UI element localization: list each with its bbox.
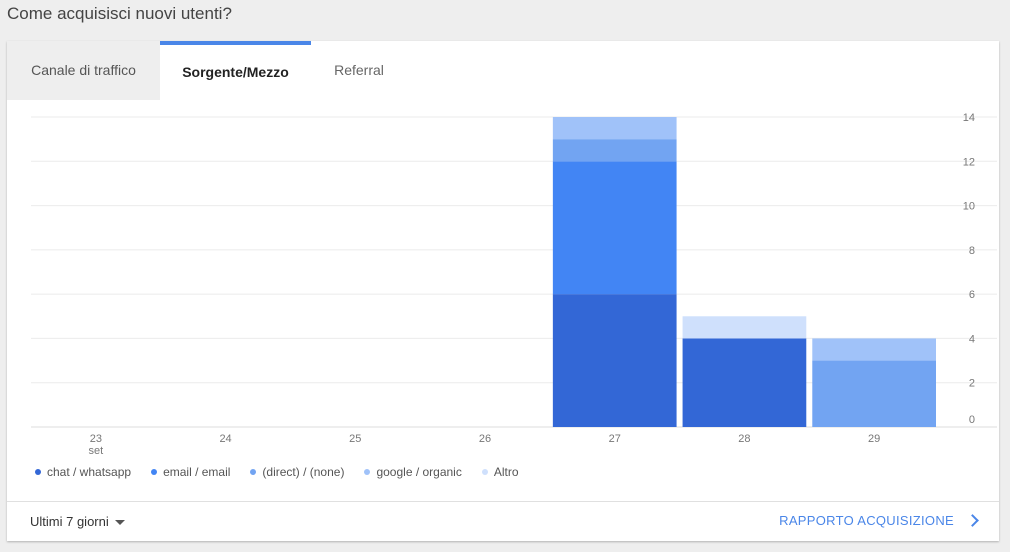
x-tick-label: 28 bbox=[738, 433, 750, 445]
date-range-label: Ultimi 7 giorni bbox=[30, 514, 109, 529]
bar-segment bbox=[682, 338, 807, 427]
bar-segment bbox=[552, 117, 677, 140]
legend-item: (direct) / (none) bbox=[250, 465, 344, 479]
y-tick-label: 12 bbox=[963, 156, 975, 168]
legend-label: google / organic bbox=[376, 465, 462, 479]
acquisition-report-link[interactable]: RAPPORTO ACQUISIZIONE bbox=[779, 513, 979, 528]
tab-referral[interactable]: Referral bbox=[311, 41, 407, 100]
card-footer: Ultimi 7 giorni RAPPORTO ACQUISIZIONE bbox=[7, 501, 999, 542]
legend-dot-icon bbox=[364, 468, 371, 475]
legend-label: Altro bbox=[493, 465, 519, 479]
y-tick-label: 8 bbox=[969, 245, 975, 257]
tab-source-medium[interactable]: Sorgente/Mezzo bbox=[160, 41, 311, 100]
bar-segment bbox=[812, 360, 936, 427]
x-tick-label: 27 bbox=[609, 433, 621, 445]
y-tick-label: 6 bbox=[969, 289, 975, 301]
tab-bar: Canale di traffico Sorgente/Mezzo Referr… bbox=[7, 41, 999, 100]
x-tick-label: 29 bbox=[868, 433, 880, 445]
acquisition-report-label: RAPPORTO ACQUISIZIONE bbox=[779, 513, 954, 528]
legend-label: email / email bbox=[163, 465, 231, 479]
x-tick-label: 24 bbox=[219, 433, 231, 445]
bar-segment bbox=[682, 316, 807, 339]
y-tick-label: 0 bbox=[969, 414, 975, 426]
legend-dot-icon bbox=[35, 468, 41, 475]
x-tick-label: 25 bbox=[349, 433, 361, 445]
legend-label: (direct) / (none) bbox=[262, 465, 345, 479]
legend-item: google / organic bbox=[364, 465, 462, 479]
y-tick-label: 2 bbox=[969, 378, 975, 390]
legend-dot-icon bbox=[481, 468, 488, 475]
caret-down-icon bbox=[114, 520, 125, 526]
x-tick-label: 26 bbox=[479, 433, 491, 445]
x-tick-sublabel: set bbox=[89, 445, 104, 457]
legend-item: Altro bbox=[481, 465, 519, 479]
x-tick-label: 23 bbox=[90, 433, 102, 445]
page-title: Come acquisisci nuovi utenti? bbox=[7, 4, 232, 23]
bar-segment bbox=[552, 294, 677, 427]
legend-dot-icon bbox=[151, 468, 158, 475]
y-tick-label: 4 bbox=[969, 333, 975, 345]
legend-item: chat / whatsapp bbox=[35, 465, 131, 479]
bar-segment bbox=[552, 161, 677, 295]
legend-item: email / email bbox=[151, 465, 230, 479]
tab-traffic-channel[interactable]: Canale di traffico bbox=[7, 41, 160, 100]
date-range-dropdown[interactable]: Ultimi 7 giorni bbox=[30, 514, 125, 529]
chart-legend: chat / whatsapp email / email (direct) / (… bbox=[35, 465, 539, 481]
stacked-bar-chart: 0246810121423set24 25 26 27 28 29 bbox=[31, 112, 997, 457]
legend-dot-icon bbox=[250, 468, 257, 475]
chevron-right-icon bbox=[966, 514, 979, 527]
bar-segment bbox=[552, 139, 677, 162]
y-tick-label: 10 bbox=[963, 201, 975, 213]
acquisition-card: Canale di traffico Sorgente/Mezzo Referr… bbox=[7, 41, 999, 541]
bar-segment bbox=[812, 338, 936, 361]
y-tick-label: 14 bbox=[963, 112, 975, 124]
legend-label: chat / whatsapp bbox=[47, 465, 132, 479]
